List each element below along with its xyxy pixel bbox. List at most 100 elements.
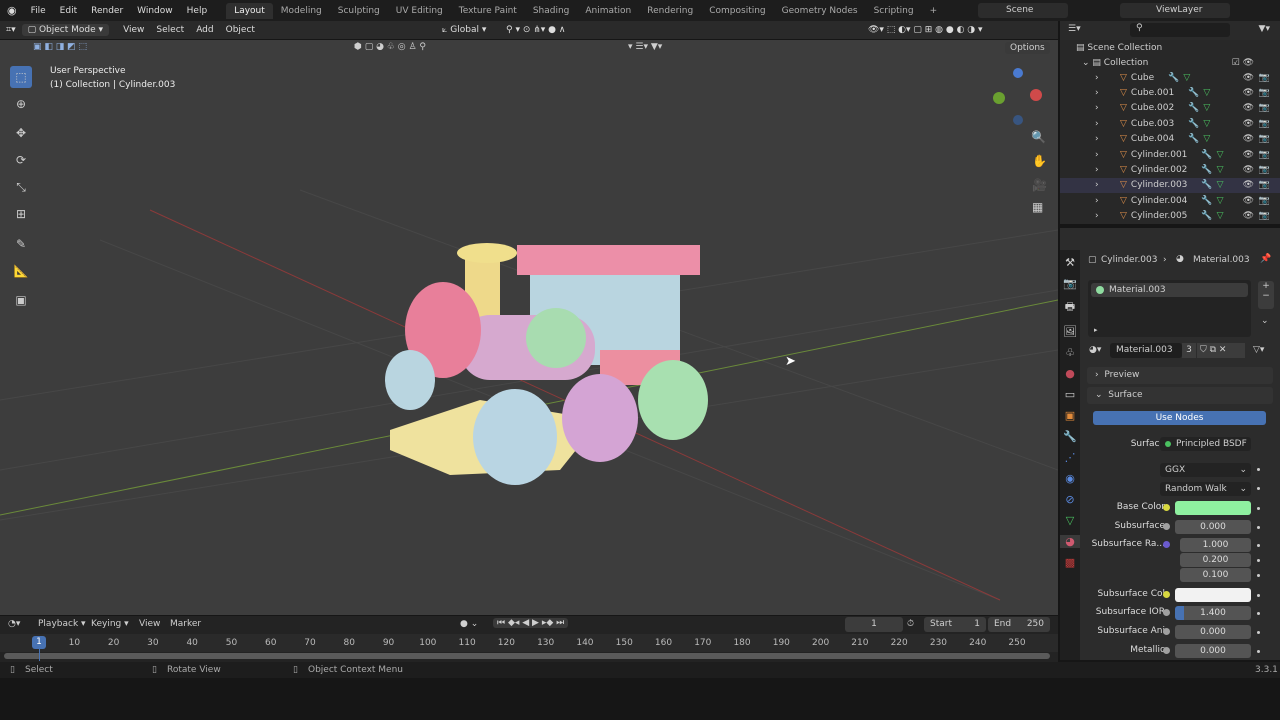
- camera-render-icon[interactable]: 📷: [1259, 119, 1270, 129]
- filter-icons[interactable]: ⬢ ▢ ◕ ♧ ◎ ♙ ⚲: [354, 42, 426, 52]
- eye-icon[interactable]: 👁: [1243, 119, 1254, 129]
- tab-animation[interactable]: Animation: [577, 3, 639, 19]
- eye-icon[interactable]: 👁: [1243, 180, 1254, 190]
- camera-render-icon[interactable]: 📷: [1259, 134, 1270, 144]
- tab-texture-paint[interactable]: Texture Paint: [451, 3, 525, 19]
- collection-row[interactable]: ⌄ ▤ Collection ☑ 👁: [1060, 55, 1280, 70]
- menu-object[interactable]: Object: [220, 24, 261, 36]
- camera-render-icon[interactable]: 📷: [1259, 73, 1270, 83]
- eye-icon[interactable]: 👁: [1243, 196, 1254, 206]
- playback-controls[interactable]: ⏮ ◆◂ ◀ ▶ ▸◆ ⏭: [493, 618, 569, 628]
- current-frame-field[interactable]: 1: [845, 617, 903, 632]
- eye-icon[interactable]: 👁: [1243, 165, 1254, 175]
- timer-icon[interactable]: ⏱: [907, 619, 914, 629]
- timeline-scrollbar[interactable]: [4, 653, 1050, 659]
- preview-panel-header[interactable]: › Preview: [1087, 367, 1273, 384]
- expand-arrow-icon[interactable]: ›: [1095, 150, 1099, 160]
- tab-compositing[interactable]: Compositing: [701, 3, 773, 19]
- outliner-item[interactable]: › ▽ Cylinder.005 🔧 ▽ 👁 📷: [1060, 209, 1280, 224]
- outliner-item[interactable]: › ▽ Cube.003 🔧 ▽ 👁 📷: [1060, 116, 1280, 131]
- add-workspace-icon[interactable]: +: [922, 3, 946, 19]
- outliner-filter-icon[interactable]: ▼▾: [1259, 24, 1270, 34]
- scene-collection-row[interactable]: ▤ Scene Collection: [1060, 40, 1280, 55]
- ortho-grid-icon[interactable]: ▦: [1032, 200, 1043, 214]
- modifier-tab-icon[interactable]: 🔧: [1063, 430, 1077, 443]
- eye-icon[interactable]: ☑ 👁: [1232, 58, 1254, 68]
- select-box-tool-icon[interactable]: ⬚: [10, 66, 32, 88]
- menu-keying[interactable]: Keying ▾: [91, 619, 129, 629]
- material-users-count[interactable]: 3: [1182, 343, 1196, 358]
- pan-hand-icon[interactable]: ✋: [1032, 154, 1047, 168]
- world-tab-icon[interactable]: ●: [1065, 367, 1075, 380]
- expand-arrow-icon[interactable]: ›: [1095, 165, 1099, 175]
- menu-view-timeline[interactable]: View: [139, 619, 160, 629]
- outliner-item[interactable]: › ▽ Cube 🔧 ▽ 👁 📷: [1060, 70, 1280, 85]
- camera-render-icon[interactable]: 📷: [1259, 196, 1270, 206]
- socket-dot-icon[interactable]: [1163, 628, 1170, 635]
- transform-tool-icon[interactable]: ⊞: [10, 203, 32, 225]
- outliner-search-input[interactable]: ⚲: [1130, 23, 1230, 37]
- rotate-tool-icon[interactable]: ⟳: [10, 149, 32, 171]
- tab-layout[interactable]: Layout: [226, 2, 273, 19]
- camera-render-icon[interactable]: 📷: [1259, 88, 1270, 98]
- blender-logo-icon[interactable]: ◉: [0, 4, 24, 17]
- use-nodes-button[interactable]: Use Nodes: [1093, 411, 1266, 425]
- subsurface-method-dropdown[interactable]: Random Walk ⌄: [1160, 482, 1251, 496]
- camera-render-icon[interactable]: 📷: [1259, 165, 1270, 175]
- outliner-item[interactable]: › ▽ Cylinder.001 🔧 ▽ 👁 📷: [1060, 147, 1280, 162]
- slot-specials-icon[interactable]: ⌄: [1261, 316, 1269, 326]
- expand-arrow-icon[interactable]: ›: [1095, 211, 1099, 221]
- color-swatch[interactable]: [1175, 588, 1251, 602]
- outliner-item[interactable]: › ▽ Cylinder.003 🔧 ▽ 👁 📷: [1060, 177, 1280, 194]
- keyframe-dot[interactable]: [1257, 507, 1260, 510]
- value-field[interactable]: 0.200: [1180, 553, 1251, 567]
- menu-add[interactable]: Add: [190, 24, 219, 36]
- keyframe-dot[interactable]: [1257, 487, 1260, 490]
- socket-dot-icon[interactable]: [1163, 523, 1170, 530]
- expand-arrow-icon[interactable]: ›: [1095, 180, 1099, 190]
- data-tab-icon[interactable]: ▽: [1066, 514, 1074, 527]
- tool-tab-icon[interactable]: ⚒: [1065, 256, 1075, 269]
- menu-render[interactable]: Render: [84, 6, 130, 16]
- keyframe-dot[interactable]: [1257, 468, 1260, 471]
- pin-icon[interactable]: 📌: [1260, 254, 1271, 264]
- keyframe-dot[interactable]: [1257, 526, 1260, 529]
- view-layer-selector[interactable]: ViewLayer: [1120, 3, 1230, 18]
- keyframe-dot[interactable]: [1257, 594, 1260, 597]
- eye-icon[interactable]: 👁: [1243, 150, 1254, 160]
- add-remove-slot-buttons[interactable]: + −: [1258, 281, 1274, 309]
- expand-arrow-icon[interactable]: ›: [1095, 134, 1099, 144]
- menu-file[interactable]: File: [24, 6, 53, 16]
- timeline-editor-icon[interactable]: ◔▾: [8, 619, 20, 629]
- material-slot[interactable]: Material.003: [1091, 283, 1248, 297]
- socket-dot-icon[interactable]: [1163, 504, 1170, 511]
- menu-view[interactable]: View: [117, 24, 150, 36]
- eye-icon[interactable]: 👁: [1243, 73, 1254, 83]
- output-tab-icon[interactable]: 🖶: [1065, 298, 1075, 317]
- expand-arrow-icon[interactable]: ›: [1095, 119, 1099, 129]
- expand-arrow-icon[interactable]: ›: [1095, 88, 1099, 98]
- move-tool-icon[interactable]: ✥: [10, 122, 32, 144]
- scene-tab-icon[interactable]: ♧: [1065, 346, 1075, 359]
- color-swatch[interactable]: [1175, 501, 1251, 515]
- eye-icon[interactable]: 👁: [1243, 103, 1254, 113]
- object-tab-icon[interactable]: ▣: [1065, 409, 1075, 422]
- tab-shading[interactable]: Shading: [525, 3, 578, 19]
- menu-edit[interactable]: Edit: [53, 6, 84, 16]
- keyframe-dot[interactable]: [1257, 631, 1260, 634]
- camera-view-icon[interactable]: 🎥: [1032, 178, 1047, 192]
- tab-sculpting[interactable]: Sculpting: [330, 3, 388, 19]
- filter-funnel-icon[interactable]: ▾ ☰▾ ▼▾: [628, 42, 662, 52]
- zoom-icon[interactable]: 🔍: [1031, 130, 1046, 144]
- record-icon[interactable]: ● ⌄: [460, 619, 478, 629]
- keyframe-dot[interactable]: [1257, 612, 1260, 615]
- start-frame-field[interactable]: Start 1: [924, 617, 986, 632]
- distribution-dropdown[interactable]: GGX ⌄: [1160, 463, 1251, 477]
- scale-tool-icon[interactable]: ⤡: [10, 176, 32, 198]
- value-field[interactable]: 0.100: [1180, 568, 1251, 582]
- scene-selector[interactable]: Scene: [978, 3, 1068, 18]
- cursor-tool-icon[interactable]: ⊕: [10, 93, 32, 115]
- camera-render-icon[interactable]: 📷: [1259, 150, 1270, 160]
- expand-arrow-icon[interactable]: ›: [1095, 196, 1099, 206]
- view-layer-tab-icon[interactable]: 🖼: [1063, 325, 1077, 338]
